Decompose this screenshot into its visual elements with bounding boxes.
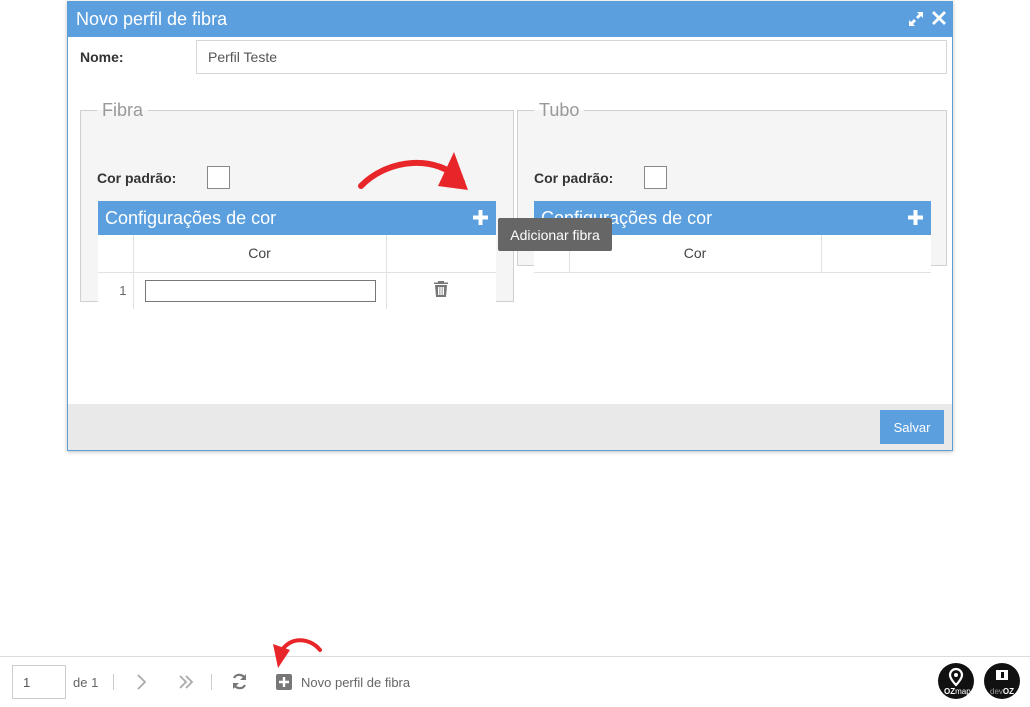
modal-header: Novo perfil de fibra xyxy=(68,2,952,37)
modal-footer: Salvar xyxy=(68,404,952,450)
fibra-column-cor: Cor xyxy=(133,235,387,273)
modal-title: Novo perfil de fibra xyxy=(76,9,228,29)
name-input[interactable] xyxy=(196,40,947,74)
fibra-group: Fibra Cor padrão: Configurações de cor C… xyxy=(80,100,514,309)
table-row: 1 xyxy=(98,272,496,309)
fibra-cor-padrao-label: Cor padrão: xyxy=(97,169,177,186)
fibra-legend: Fibra xyxy=(102,100,144,120)
page-count-label: de 1 xyxy=(73,675,99,690)
plus-square-icon[interactable] xyxy=(276,674,292,695)
color-input[interactable] xyxy=(144,279,376,302)
tubo-cor-padrao-row: Cor padrão: xyxy=(534,166,668,189)
fibra-cor-padrao-row: Cor padrão: xyxy=(97,166,231,189)
page-number-input[interactable] xyxy=(12,665,66,699)
annotation-arrow-bottom-icon xyxy=(273,638,322,668)
add-fibra-plus-icon[interactable] xyxy=(473,209,488,230)
save-button[interactable]: Salvar xyxy=(880,410,944,444)
new-profile-button[interactable]: Novo perfil de fibra xyxy=(301,675,410,690)
row-index: 1 xyxy=(98,272,134,309)
bottom-toolbar: de 1 Novo perfil de fibra OZmap devOZ xyxy=(0,656,1030,707)
tubo-cor-padrao-checkbox[interactable] xyxy=(644,166,668,189)
devoz-logo: devOZ xyxy=(984,663,1020,699)
double-chevron-right-icon[interactable] xyxy=(178,674,194,695)
tubo-legend: Tubo xyxy=(539,100,580,120)
fibra-cor-padrao-checkbox[interactable] xyxy=(207,166,231,189)
name-label: Nome: xyxy=(80,49,124,65)
refresh-icon[interactable] xyxy=(231,673,248,695)
tooltip: Adicionar fibra xyxy=(498,218,612,251)
ozmap-logo: OZmap xyxy=(938,663,974,699)
tubo-cor-padrao-label: Cor padrão: xyxy=(534,169,614,186)
trash-icon[interactable] xyxy=(434,281,449,300)
fibra-config-title: Configurações de cor xyxy=(105,207,277,228)
expand-icon[interactable] xyxy=(908,11,924,27)
close-icon[interactable] xyxy=(932,11,946,27)
name-row: Nome: xyxy=(80,40,947,83)
add-tubo-plus-icon[interactable] xyxy=(908,209,923,230)
annotation-arrow-icon xyxy=(358,152,468,190)
fibra-config-bar: Configurações de cor xyxy=(98,201,496,235)
chevron-right-icon[interactable] xyxy=(136,674,147,695)
fibra-color-table: Cor 1 xyxy=(98,235,496,309)
